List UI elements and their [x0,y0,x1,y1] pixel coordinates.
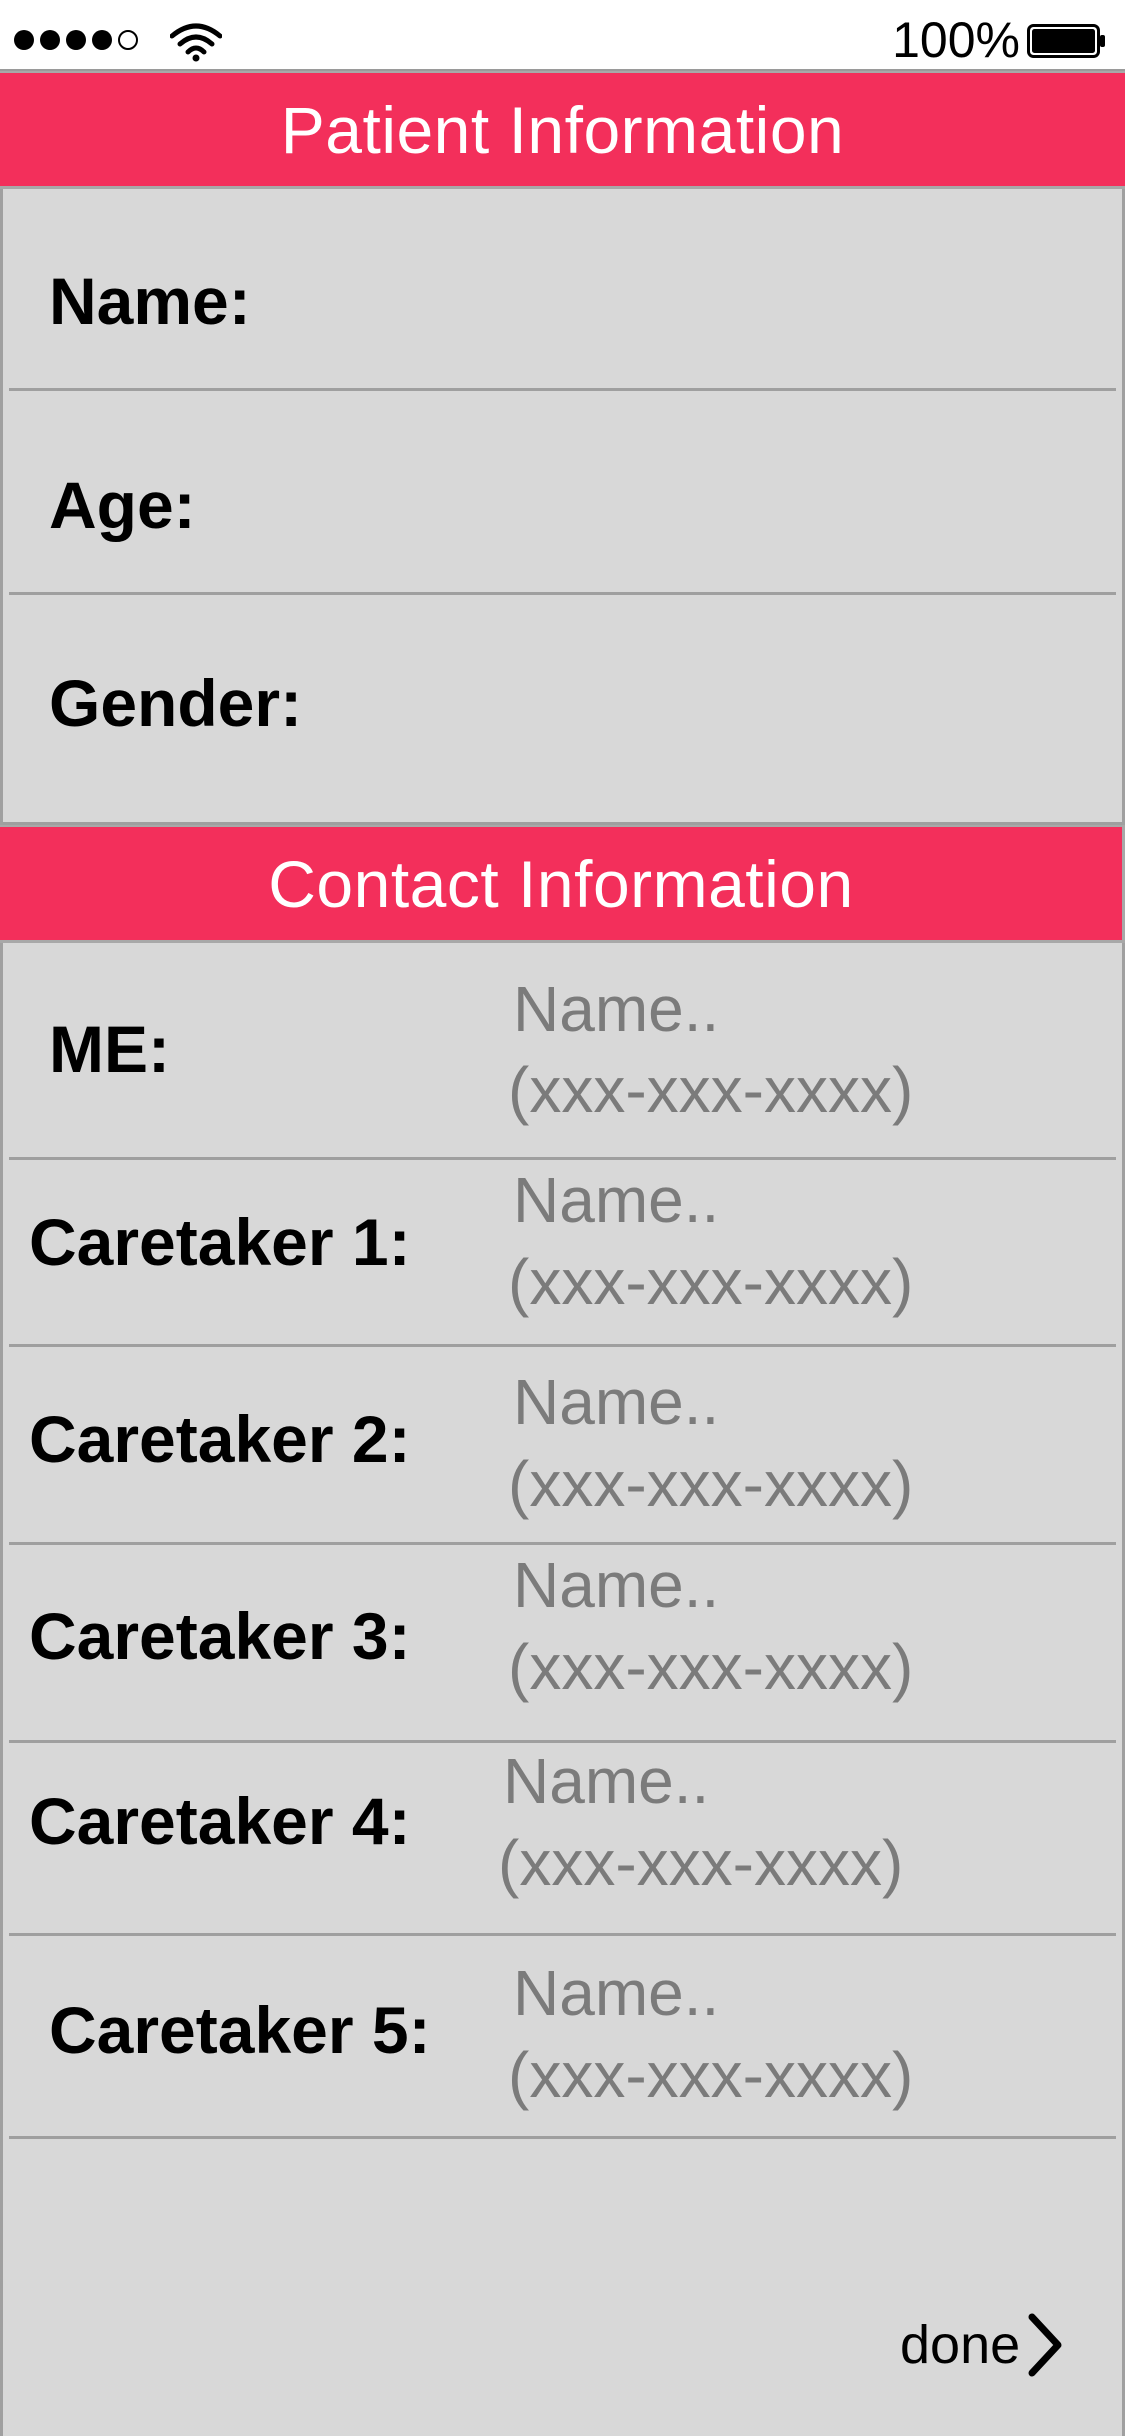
patient-information-title: Patient Information [280,92,845,167]
name-label: Name: [49,264,251,338]
signal-dot-filled [66,30,86,50]
caretaker-4-label: Caretaker 4: [29,1784,411,1858]
caretaker-3-phone-input[interactable]: (xxx-xxx-xxxx) [508,1627,913,1707]
caretaker-2-label: Caretaker 2: [29,1402,411,1476]
contact-row-caretaker-2: Caretaker 2: Name.. (xxx-xxx-xxxx) [0,1347,1125,1545]
me-name-input[interactable]: Name.. [513,969,719,1049]
age-label: Age: [49,468,196,542]
done-button[interactable]: done [900,2305,1064,2385]
signal-dot-filled [40,30,60,50]
contact-row-caretaker-3: Caretaker 3: Name.. (xxx-xxx-xxxx) [0,1545,1125,1743]
contact-row-caretaker-5: Caretaker 5: Name.. (xxx-xxx-xxxx) [0,1936,1125,2139]
signal-dot-filled [14,30,34,50]
caretaker-4-name-input[interactable]: Name.. [503,1741,709,1821]
status-bar: 100% [0,0,1125,71]
me-label: ME: [49,1012,170,1086]
contact-row-caretaker-4: Caretaker 4: Name.. (xxx-xxx-xxxx) [0,1743,1125,1936]
contact-information-title: Contact Information [268,846,854,921]
me-phone-input[interactable]: (xxx-xxx-xxxx) [508,1050,913,1130]
battery-full-icon [1027,24,1105,58]
caretaker-5-phone-input[interactable]: (xxx-xxx-xxxx) [508,2035,913,2115]
battery-percentage: 100% [892,12,1020,68]
app-screen: 100% Patient Information Name: Age: Gend… [0,0,1125,2436]
caretaker-2-phone-input[interactable]: (xxx-xxx-xxxx) [508,1444,913,1524]
gender-field-row[interactable]: Gender: [0,595,1125,825]
gender-label: Gender: [49,666,303,740]
patient-information-header: Patient Information [0,71,1125,189]
empty-area [0,2138,1125,2436]
caretaker-4-phone-input[interactable]: (xxx-xxx-xxxx) [498,1823,903,1903]
caretaker-1-label: Caretaker 1: [29,1205,411,1279]
caretaker-2-name-input[interactable]: Name.. [513,1362,719,1442]
signal-dot-empty [118,30,138,50]
wifi-icon [170,23,222,62]
name-field-row[interactable]: Name: [0,189,1125,391]
caretaker-1-phone-input[interactable]: (xxx-xxx-xxxx) [508,1242,913,1322]
caretaker-3-label: Caretaker 3: [29,1599,411,1673]
signal-strength-icon [14,30,138,50]
caretaker-5-name-input[interactable]: Name.. [513,1953,719,2033]
chevron-right-icon [1028,2313,1062,2377]
caretaker-3-name-input[interactable]: Name.. [513,1545,719,1625]
age-field-row[interactable]: Age: [0,391,1125,595]
contact-row-caretaker-1: Caretaker 1: Name.. (xxx-xxx-xxxx) [0,1160,1125,1347]
contact-row-me: ME: Name.. (xxx-xxx-xxxx) [0,943,1125,1160]
contact-information-header: Contact Information [0,825,1125,943]
caretaker-5-label: Caretaker 5: [49,1993,431,2067]
caretaker-1-name-input[interactable]: Name.. [513,1160,719,1240]
done-label: done [900,2315,1021,2375]
signal-dot-filled [92,30,112,50]
